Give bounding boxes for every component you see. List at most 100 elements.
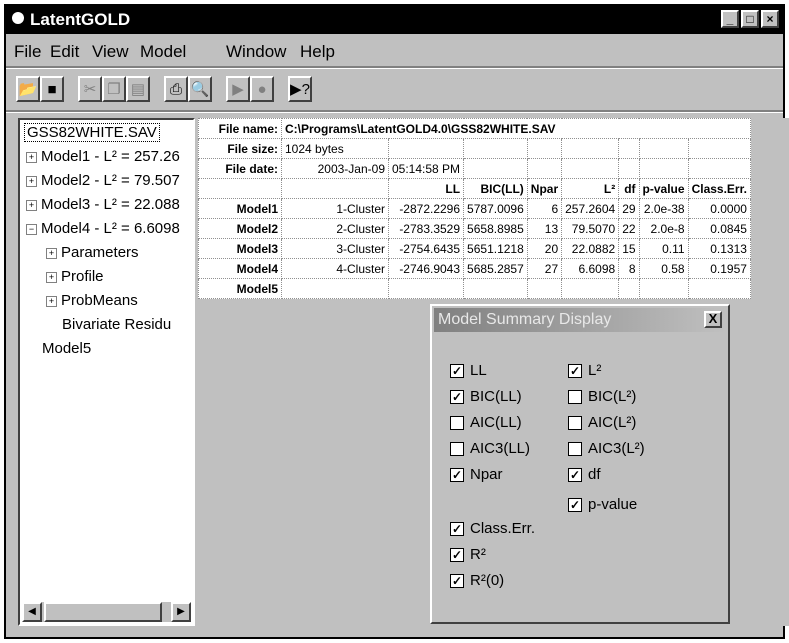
tree-item-probmeans[interactable]: ProbMeans	[61, 292, 138, 309]
file-date-value: 2003-Jan-09	[281, 158, 389, 179]
dialog-title-bar[interactable]: Model Summary Display X	[434, 308, 726, 332]
table-cell: 15	[618, 238, 640, 259]
table-row[interactable]: Model2 2-Cluster -2783.3529 5658.8985 13…	[198, 218, 751, 239]
checkbox-bic-ll[interactable]: ✓ BIC(LL)	[450, 388, 522, 405]
table-cell: 6	[526, 198, 563, 219]
save-icon[interactable]: ■	[40, 76, 64, 102]
table-cell: 5685.2857	[463, 258, 528, 279]
checkbox-icon[interactable]: ✓	[450, 389, 464, 404]
checkbox-label: AIC3(L²)	[588, 440, 645, 457]
tree-horizontal-scrollbar[interactable]: ◀ ▶	[22, 602, 191, 622]
preview-icon[interactable]: 🔍	[188, 76, 212, 102]
checkbox-aic-l2[interactable]: AIC(L²)	[568, 414, 636, 431]
minimize-button[interactable]: _	[721, 10, 739, 28]
checkbox-icon[interactable]	[450, 415, 464, 430]
play-icon[interactable]: ▶	[226, 76, 250, 102]
tree-item-profile[interactable]: Profile	[61, 268, 104, 285]
checkbox-df[interactable]: ✓ df	[568, 466, 601, 483]
column-header[interactable]: BIC(LL)	[463, 178, 528, 199]
tree-item-model3[interactable]: Model3 - L² = 22.088	[41, 196, 180, 213]
expand-icon[interactable]: +	[26, 151, 37, 163]
file-size-label: File size:	[198, 138, 282, 159]
checkbox-icon[interactable]	[568, 415, 582, 430]
table-cell: -2783.3529	[387, 218, 465, 239]
expand-icon[interactable]: +	[46, 295, 57, 307]
expand-icon[interactable]: +	[46, 247, 57, 259]
table-cell: 22	[618, 218, 640, 239]
scroll-left-icon[interactable]: ◀	[22, 602, 42, 622]
checkbox-icon[interactable]	[450, 441, 464, 456]
checkbox-icon[interactable]: ✓	[450, 467, 464, 482]
tree-item-model5[interactable]: Model5	[42, 340, 91, 357]
dialog-close-button[interactable]: X	[704, 311, 722, 328]
tree-item-model4[interactable]: Model4 - L² = 6.6098	[41, 220, 180, 237]
table-row[interactable]: Model3 3-Cluster -2754.6435 5651.1218 20…	[198, 238, 751, 259]
column-header[interactable]: L²	[561, 178, 620, 199]
checkbox-bic-l2[interactable]: BIC(L²)	[568, 388, 636, 405]
menu-model[interactable]: Model	[140, 42, 186, 62]
checkbox-npar[interactable]: ✓ Npar	[450, 466, 503, 483]
model-tree[interactable]: GSS82WHITE.SAV + Model1 - L² = 257.26 + Mo…	[18, 118, 195, 626]
checkbox-icon[interactable]: ✓	[450, 521, 464, 536]
expand-icon[interactable]: +	[26, 175, 37, 187]
maximize-button[interactable]: □	[741, 10, 759, 28]
paste-icon[interactable]: ▤	[126, 76, 150, 102]
open-icon[interactable]: 📂	[16, 76, 40, 102]
menu-edit[interactable]: Edit	[50, 42, 79, 62]
help-icon[interactable]: ▶?	[288, 76, 312, 102]
status-bar	[6, 623, 783, 637]
column-header[interactable]: Npar	[526, 178, 563, 199]
checkbox-icon[interactable]: ✓	[450, 573, 464, 588]
checkbox-icon[interactable]: ✓	[568, 497, 582, 512]
stop-icon[interactable]: ●	[250, 76, 274, 102]
checkbox-r2-0[interactable]: ✓ R²(0)	[450, 572, 504, 589]
checkbox-p-value[interactable]: ✓ p-value	[568, 496, 637, 513]
copy-icon[interactable]: ❐	[102, 76, 126, 102]
model-name: Model1	[198, 198, 282, 219]
table-cell: 0.11	[638, 238, 689, 259]
table-row[interactable]: Model1 1-Cluster -2872.2296 5787.0096 6 …	[198, 198, 751, 219]
scroll-right-icon[interactable]: ▶	[171, 602, 191, 622]
checkbox-aic3-l2[interactable]: AIC3(L²)	[568, 440, 645, 457]
expand-icon[interactable]: +	[46, 271, 57, 283]
tree-item-model1[interactable]: Model1 - L² = 257.26	[41, 148, 180, 165]
tree-item-model2[interactable]: Model2 - L² = 79.507	[41, 172, 180, 189]
print-icon[interactable]: ⎙	[164, 76, 188, 102]
checkbox-icon[interactable]: ✓	[568, 363, 582, 378]
checkbox-icon[interactable]	[568, 441, 582, 456]
checkbox-icon[interactable]	[568, 389, 582, 404]
checkbox-r2[interactable]: ✓ R²	[450, 546, 486, 563]
model-summary-dialog: Model Summary Display X ✓ LL ✓ BIC(LL) AIC…	[430, 304, 730, 624]
expand-icon[interactable]: +	[26, 199, 37, 211]
checkbox-label: Npar	[470, 466, 503, 483]
tree-item-bivariate-residuals[interactable]: Bivariate Residu	[62, 316, 171, 333]
column-header[interactable]: Class.Err.	[687, 178, 751, 199]
tree-root[interactable]: GSS82WHITE.SAV	[24, 123, 160, 142]
checkbox-ll[interactable]: ✓ LL	[450, 362, 487, 379]
checkbox-icon[interactable]: ✓	[450, 547, 464, 562]
menu-view[interactable]: View	[92, 42, 129, 62]
menu-file[interactable]: File	[14, 42, 41, 62]
checkbox-l2[interactable]: ✓ L²	[568, 362, 601, 379]
menu-help[interactable]: Help	[300, 42, 335, 62]
table-row[interactable]: Model4 4-Cluster -2746.9043 5685.2857 27…	[198, 258, 751, 279]
collapse-icon[interactable]: −	[26, 223, 37, 235]
checkbox-aic3-ll[interactable]: AIC3(LL)	[450, 440, 530, 457]
checkbox-icon[interactable]: ✓	[450, 363, 464, 378]
toolbar: 📂 ■ ✂ ❐ ▤ ⎙ 🔍 ▶ ● ▶?	[6, 70, 783, 110]
scroll-thumb[interactable]	[44, 602, 162, 622]
menu-bar: File Edit View Model Window Help	[6, 36, 783, 66]
column-header[interactable]: df	[618, 178, 640, 199]
table-row[interactable]: Model5	[198, 278, 751, 299]
checkbox-icon[interactable]: ✓	[568, 467, 582, 482]
tree-item-parameters[interactable]: Parameters	[61, 244, 139, 261]
cut-icon[interactable]: ✂	[78, 76, 102, 102]
column-header[interactable]: p-value	[638, 178, 689, 199]
close-button[interactable]: ×	[761, 10, 779, 28]
menu-divider	[6, 66, 783, 69]
menu-window[interactable]: Window	[226, 42, 286, 62]
column-header[interactable]: LL	[387, 178, 465, 199]
checkbox-class-err[interactable]: ✓ Class.Err.	[450, 520, 535, 537]
model-summary-table: File name: C:\Programs\LatentGOLD4.0\GSS…	[198, 118, 751, 299]
checkbox-aic-ll[interactable]: AIC(LL)	[450, 414, 522, 431]
